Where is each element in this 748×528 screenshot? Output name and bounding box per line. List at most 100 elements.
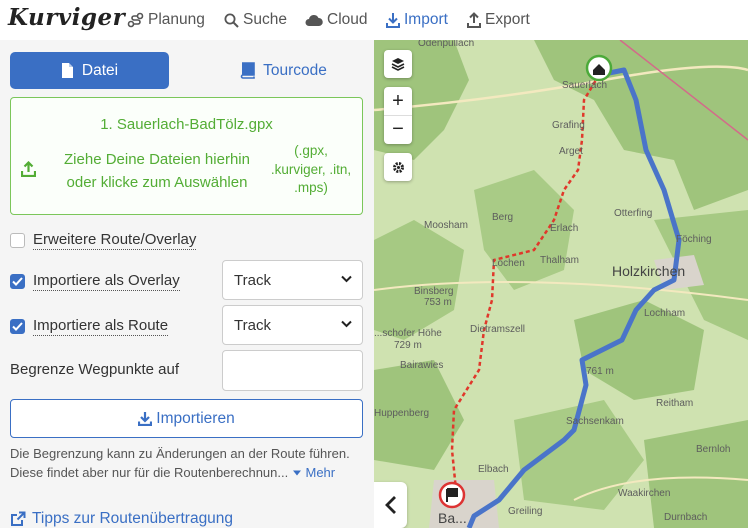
chevron-down-icon [341,275,352,283]
route-icon [127,12,144,28]
nav-import-label: Import [404,11,448,28]
download-icon [138,412,153,426]
map-label-moosham: Moosham [424,220,468,231]
map-label-binsberg: Binsberg [414,286,454,297]
chevron-left-icon [384,496,396,514]
overlay-select-value: Track [234,271,271,289]
map-label-durnbach: Durnbach [664,512,708,523]
map-label-753m: 753 m [424,297,452,308]
map-label-odenpullach: Odenpullach [418,40,475,49]
tab-datei-label: Datei [81,61,119,79]
nav-planung[interactable]: Planung [127,9,205,31]
map-label-holzkirchen: Holzkirchen [612,263,686,279]
limit-note: Die Begrenzung kann zu Änderungen an der… [10,445,355,482]
collapse-sidebar-button[interactable] [374,482,407,528]
gear-icon [392,161,404,173]
zoom-control: + − [384,87,412,144]
map-label-lochham: Lochham [644,308,686,319]
ext-line1: (.gpx, [294,143,328,158]
upload-icon [467,12,481,28]
nav-import[interactable]: Import [386,9,448,31]
map-label-dietramszell: Dietramszell [470,324,526,335]
route-option[interactable]: Importiere als Route [10,317,169,336]
dropzone-line2: oder klicke zum Auswählen [66,174,248,191]
dropzone-extensions: (.gpx, .kurviger, .itn, .mps) [265,142,357,198]
file-dropzone[interactable]: 1. Sauerlach-BadTölz.gpx Ziehe Deine Dat… [10,97,363,215]
overlay-type-select[interactable]: Track [222,260,363,300]
check-icon [12,277,23,286]
route-label: Importiere als Route [33,317,169,336]
nav-planung-label: Planung [148,11,205,28]
extended-route-checkbox[interactable] [10,233,25,248]
map-label-otterfing: Otterfing [614,208,653,219]
overlay-checkbox[interactable] [10,274,25,289]
caret-down-icon [292,470,301,475]
chevron-down-icon [341,320,352,328]
overlay-label: Importiere als Overlay [33,272,180,291]
map-label-huppenberg: Huppenberg [374,408,430,419]
zoom-in-button[interactable]: + [384,88,412,116]
limit-waypoints-input[interactable] [222,350,363,391]
import-button[interactable]: Importieren [10,399,363,438]
more-link[interactable]: Mehr [292,465,335,480]
limit-waypoints-row: Begrenze Wegpunkte auf [10,361,179,378]
nav-cloud[interactable]: Cloud [305,9,368,31]
map-label-arget: Arget [559,146,583,157]
cloud-icon [305,14,323,26]
file-icon [61,63,73,78]
book-icon [240,62,255,79]
map-label-bairawies: Bairawies [400,360,444,371]
nav-export[interactable]: Export [467,9,530,31]
dropzone-line1: Ziehe Deine Dateien hierhin [64,151,250,168]
tab-datei[interactable]: Datei [10,52,169,89]
map-label-foching: Föching [676,234,712,245]
more-link-label: Mehr [305,464,336,480]
route-type-select[interactable]: Track [222,305,363,345]
extended-route-label: Erweitere Route/Overlay [33,231,197,250]
map-view[interactable]: Odenpullach Sauerlach Grafing Arget Otte… [374,40,748,528]
map-label-761m: 761 m [586,366,614,377]
import-sidebar: Datei Tourcode 1. Sauerlach-BadTölz.gpx … [0,40,374,528]
nav-suche-label: Suche [243,11,287,28]
map-canvas [374,40,748,528]
map-label-thalham: Thalham [540,255,579,266]
selected-filename: 1. Sauerlach-BadTölz.gpx [100,116,273,133]
search-icon [224,13,239,28]
nav-export-label: Export [485,11,530,28]
map-label-berg: Berg [492,212,514,223]
extended-route-option[interactable]: Erweitere Route/Overlay [10,231,197,250]
ext-line3: .mps) [294,180,328,195]
nav-suche[interactable]: Suche [224,9,287,31]
map-label-sachsenkam: Sachsenkam [566,416,624,427]
kurviger-logo[interactable]: Kurviger [8,4,125,31]
map-label-greiling: Greiling [508,506,543,517]
map-label-sauerlach: Sauerlach [562,80,608,91]
nav-cloud-label: Cloud [327,11,368,28]
import-button-label: Importieren [156,409,235,427]
download-icon [386,13,400,28]
layers-button[interactable] [384,50,412,78]
map-label-waakirchen: Waakirchen [618,488,671,499]
route-checkbox[interactable] [10,319,25,334]
map-label-reitham: Reitham [656,398,694,409]
layers-icon [391,58,405,71]
top-navigation-bar: Kurviger Planung Suche Cloud Import Expo… [0,0,748,40]
map-label-erlach: Erlach [550,223,579,234]
dropzone-instructions: Ziehe Deine Dateien hierhin oder klicke … [47,148,267,194]
tab-tourcode-label: Tourcode [263,61,327,79]
map-label-schoefer: ...schofer Höhe [374,328,442,339]
map-label-bernloh: Bernloh [696,444,731,455]
overlay-option[interactable]: Importiere als Overlay [10,272,180,291]
map-label-elbach: Elbach [478,464,509,475]
map-label-lochen: Lochen [492,258,525,269]
zoom-out-button[interactable]: − [384,116,412,144]
route-select-value: Track [234,316,271,334]
upload-icon [20,160,37,182]
map-label-729m: 729 m [394,340,422,351]
tips-link[interactable]: Tipps zur Routenübertragung [10,510,233,528]
tab-tourcode[interactable]: Tourcode [204,52,363,89]
map-settings-button[interactable] [384,153,412,181]
external-link-icon [11,511,26,526]
limit-waypoints-label: Begrenze Wegpunkte auf [10,361,180,378]
tips-link-label: Tipps zur Routenübertragung [32,510,234,527]
